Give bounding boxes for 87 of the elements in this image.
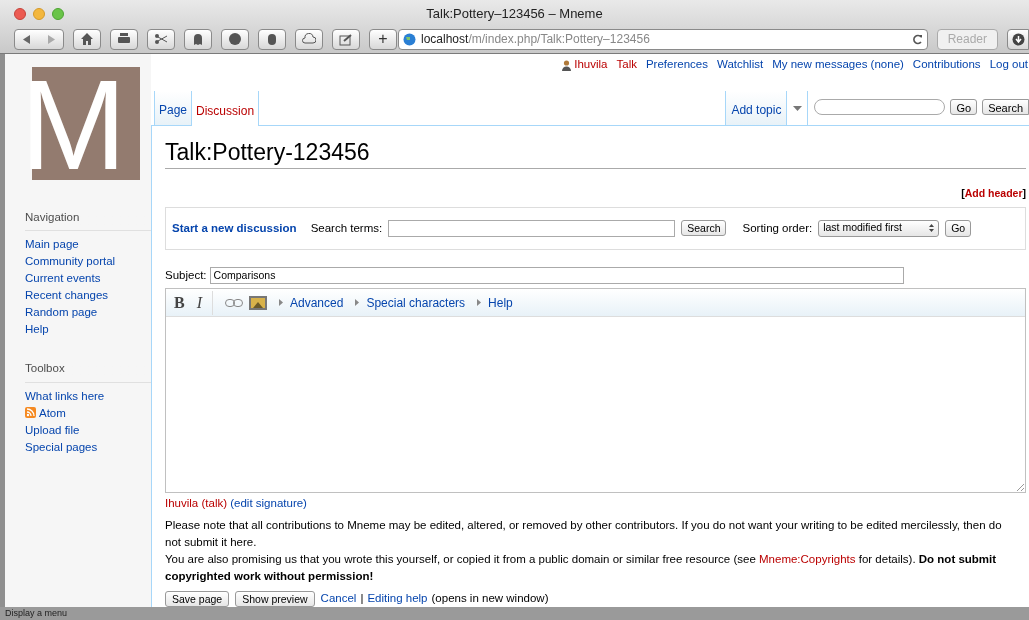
forward-icon: [47, 34, 55, 44]
share-icon: [339, 32, 353, 46]
sidebar-link[interactable]: Current events: [25, 271, 151, 286]
bold-button[interactable]: B: [174, 290, 185, 315]
help-note: (opens in new window): [431, 591, 549, 607]
triangle-icon: [355, 299, 360, 306]
print-button[interactable]: [110, 28, 138, 50]
back-icon: [23, 34, 31, 44]
scissors-icon: [154, 32, 168, 46]
resize-grip-icon[interactable]: [1017, 484, 1024, 491]
copyright-notice: You are also promising us that you wrote this yourself, or copied it from a public domain or similar free resource (see Mneme:Copyrights for details). Do not submit copyrighted work without permission!: [165, 552, 998, 585]
address-bar[interactable]: localhost/m/index.php/Talk:Pottery–123456: [398, 28, 928, 50]
cloud-icon: [302, 32, 316, 46]
personal-link[interactable]: Talk: [616, 56, 637, 74]
search-button[interactable]: Search: [982, 98, 1029, 115]
sorting-order-label: Sorting order:: [742, 220, 813, 236]
download-icon: [1011, 32, 1025, 46]
cancel-link[interactable]: Cancel: [320, 590, 357, 608]
triangle-icon: [477, 299, 482, 306]
sidebar-link[interactable]: Special pages: [25, 439, 151, 454]
edit-notice: Please note that all contributions to Mneme may be edited, altered, or removed by other contributors. If you do not want your writing to be edited mercilessly, then do not submit it here.: [165, 518, 1003, 551]
feed-icon: [25, 407, 36, 418]
home-button[interactable]: [73, 28, 101, 50]
personal-link[interactable]: Contributions: [912, 56, 981, 74]
caret-icon: [792, 105, 802, 111]
user-link[interactable]: Ihuvila: [165, 497, 199, 509]
editor-section-tab[interactable]: Advanced: [279, 293, 344, 312]
show-preview-button[interactable]: Show preview: [235, 590, 315, 607]
link-icon[interactable]: [225, 298, 243, 307]
cloud-button[interactable]: [295, 28, 323, 50]
editing-help-link[interactable]: Editing help: [367, 590, 428, 608]
copyrights-link[interactable]: Mneme:Copyrights: [759, 553, 856, 566]
window-title: Talk:Pottery–123456 – Mneme: [426, 4, 603, 23]
sidebar-link[interactable]: Random page: [25, 305, 151, 320]
signature-line: Ihuvila (talk) (edit signature): [165, 496, 308, 511]
address-url: localhost/m/index.php/Talk:Pottery–123456: [421, 31, 651, 48]
sidebar-link[interactable]: Atom: [25, 405, 151, 420]
sidebar-link[interactable]: Community portal: [25, 254, 151, 269]
sidebar-link[interactable]: Help: [25, 322, 151, 337]
sidebar-link[interactable]: Upload file: [25, 422, 151, 437]
personal-link[interactable]: Preferences: [645, 56, 708, 74]
subject-field[interactable]: Comparisons: [209, 266, 904, 284]
add-topic-tab[interactable]: Add topic: [725, 91, 787, 125]
downloads-button[interactable]: [1007, 28, 1029, 50]
personal-link[interactable]: Log out: [989, 56, 1028, 74]
status-bar: Display a menu: [0, 607, 1029, 620]
personal-link[interactable]: My new messages (none): [772, 56, 904, 74]
search-terms-field[interactable]: [388, 219, 676, 237]
personal-link[interactable]: Watchlist: [716, 56, 764, 74]
printer-icon: [117, 32, 131, 46]
new-tab-button[interactable]: +: [369, 28, 397, 50]
reload-icon[interactable]: [911, 33, 923, 45]
add-header-link[interactable]: [Add header]: [961, 186, 1026, 202]
page-heading: Talk:Pottery-123456: [165, 138, 1026, 169]
user-icon: [562, 59, 572, 71]
search-button[interactable]: Search: [681, 220, 727, 237]
sidebar-link[interactable]: What links here: [25, 388, 151, 403]
back-forward-buttons[interactable]: [14, 28, 64, 50]
save-page-button[interactable]: Save page: [165, 590, 230, 607]
subject-label: Subject:: [165, 267, 207, 283]
page-tab[interactable]: Discussion: [191, 91, 260, 126]
new-discussion-link[interactable]: Start a new discussion: [172, 219, 297, 237]
share-button[interactable]: [332, 28, 360, 50]
image-icon[interactable]: [249, 295, 267, 310]
page-tab[interactable]: Page: [154, 91, 192, 125]
sorting-order-select[interactable]: last modified first: [818, 219, 940, 237]
go-button[interactable]: Go: [950, 98, 978, 115]
user-link[interactable]: Ihuvila: [562, 56, 608, 74]
close-window-icon[interactable]: [14, 7, 26, 20]
edit-signature-link[interactable]: (edit signature): [230, 497, 307, 509]
search-terms-label: Search terms:: [310, 220, 383, 236]
editor-section-tab[interactable]: Special characters: [355, 293, 466, 312]
editor-section-tab[interactable]: Help: [477, 293, 513, 312]
editor-field[interactable]: B I Advanced Special characters Help: [165, 288, 1026, 493]
home-icon: [80, 32, 94, 46]
separator: |: [360, 591, 364, 607]
updown-icon: [929, 224, 935, 233]
search-field[interactable]: [814, 98, 946, 115]
sidebar-link[interactable]: Main page: [25, 237, 151, 252]
go-button[interactable]: Go: [945, 219, 972, 237]
triangle-icon: [279, 299, 283, 306]
clip-button[interactable]: [147, 28, 175, 50]
globe-icon: [403, 32, 416, 46]
sidebar-link[interactable]: Recent changes: [25, 288, 151, 303]
more-actions-menu[interactable]: [786, 91, 809, 125]
talk-link[interactable]: talk: [205, 497, 224, 509]
italic-button[interactable]: I: [196, 290, 213, 315]
